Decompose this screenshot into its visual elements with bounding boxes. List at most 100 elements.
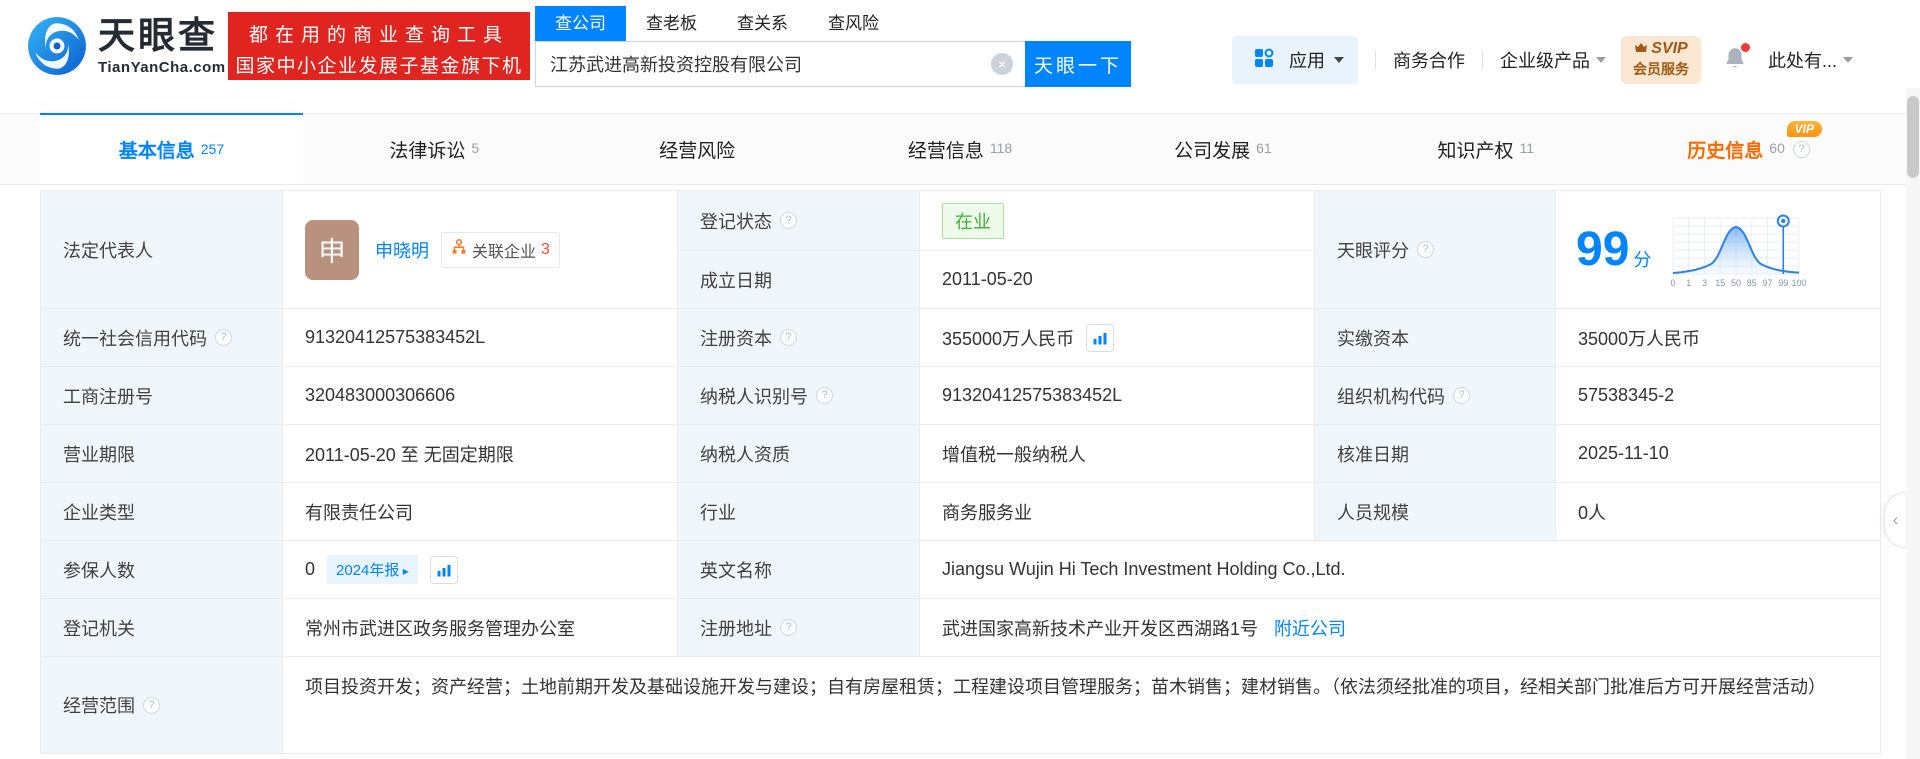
tianyancha-company-page: 天眼查 TianYanCha.com 都在用的商业查询工具 国家中小企业发展子基… bbox=[0, 0, 1920, 759]
insured-trend-button[interactable] bbox=[429, 555, 458, 584]
search-box: 天眼一下 bbox=[535, 41, 1131, 87]
header-nav: 应用 商务合作 企业级产品 SVIP 会员服务 此处有... bbox=[1232, 36, 1854, 84]
insured-label: 参保人数 bbox=[41, 541, 283, 599]
est-date-value: 2011-05-20 bbox=[920, 251, 1315, 309]
score-unit: 分 bbox=[1633, 249, 1652, 270]
user-account-menu[interactable]: 此处有... bbox=[1768, 47, 1854, 73]
basic-info-table: 法定代表人 申 申晓明 关联企业 3 登记状态 ? 在业 天眼评分 ? 99 分… bbox=[40, 190, 1881, 754]
slogan-line1: 都在用的商业查询工具 bbox=[248, 25, 509, 46]
en-name-value: Jiangsu Wujin Hi Tech Investment Holding… bbox=[920, 541, 1881, 599]
search-button[interactable]: 天眼一下 bbox=[1025, 41, 1131, 87]
reg-capital-label: 注册资本 bbox=[678, 309, 920, 367]
tab-basic-info[interactable]: 基本信息 257 bbox=[40, 113, 303, 184]
search-tab-company[interactable]: 查公司 bbox=[535, 6, 626, 41]
search-tab-risk[interactable]: 查风险 bbox=[808, 6, 899, 41]
svg-text:50: 50 bbox=[1731, 278, 1741, 288]
uscc-value: 91320412575383452L bbox=[283, 309, 678, 367]
top-header: 天眼查 TianYanCha.com 都在用的商业查询工具 国家中小企业发展子基… bbox=[0, 0, 1920, 104]
legal-rep-cell: 申 申晓明 关联企业 3 bbox=[283, 191, 678, 309]
en-name-label: 英文名称 bbox=[678, 541, 920, 599]
industry-value: 商务服务业 bbox=[920, 483, 1315, 541]
taxpayer-id-label: 纳税人识别号 bbox=[678, 367, 920, 425]
svg-text:0: 0 bbox=[1671, 278, 1676, 288]
chevron-down-icon bbox=[1843, 57, 1854, 63]
logo-title: 天眼查 bbox=[98, 15, 218, 56]
svg-text:100: 100 bbox=[1792, 278, 1807, 288]
address-label: 注册地址 bbox=[678, 599, 920, 657]
search-tab-boss[interactable]: 查老板 bbox=[626, 6, 717, 41]
related-companies-badge[interactable]: 关联企业 3 bbox=[441, 231, 560, 268]
svip-member-button[interactable]: SVIP 会员服务 bbox=[1621, 36, 1701, 84]
tab-operating-risk[interactable]: 经营风险 bbox=[566, 114, 829, 184]
help-icon[interactable] bbox=[1792, 140, 1810, 158]
est-date-label: 成立日期 bbox=[678, 251, 920, 309]
company-type-label: 企业类型 bbox=[41, 483, 283, 541]
legal-rep-name-link[interactable]: 申晓明 bbox=[375, 237, 429, 263]
nearby-companies-link[interactable]: 附近公司 bbox=[1274, 615, 1346, 641]
approval-date-label: 核准日期 bbox=[1315, 425, 1556, 483]
enterprise-products-menu[interactable]: 企业级产品 bbox=[1500, 47, 1606, 73]
svg-text:99: 99 bbox=[1779, 278, 1789, 288]
scrollbar-thumb[interactable] bbox=[1907, 96, 1919, 178]
help-icon[interactable] bbox=[780, 619, 797, 636]
apps-grid-icon bbox=[1254, 48, 1274, 73]
chevron-down-icon bbox=[1334, 57, 1344, 63]
legal-rep-label: 法定代表人 bbox=[41, 191, 283, 309]
uscc-label: 统一社会信用代码 bbox=[41, 309, 283, 367]
approval-date-value: 2025-11-10 bbox=[1556, 425, 1881, 483]
related-companies-count: 3 bbox=[541, 240, 550, 258]
org-code-label: 组织机构代码 bbox=[1315, 367, 1556, 425]
clear-search-icon[interactable] bbox=[991, 53, 1013, 75]
crown-icon bbox=[1634, 40, 1648, 58]
vip-badge: VIP bbox=[1786, 121, 1823, 137]
reg-status-cell: 在业 bbox=[920, 191, 1315, 251]
tab-company-development[interactable]: 公司发展 61 bbox=[1091, 114, 1354, 184]
divider bbox=[1482, 50, 1483, 70]
address-cell: 武进国家高新技术产业开发区西湖路1号 附近公司 bbox=[920, 599, 1881, 657]
business-cooperation-link[interactable]: 商务合作 bbox=[1393, 47, 1465, 73]
tab-history-info[interactable]: VIP 历史信息 60 bbox=[1617, 114, 1880, 184]
help-icon[interactable] bbox=[143, 696, 160, 714]
search-tab-relation[interactable]: 查关系 bbox=[717, 6, 808, 41]
capital-trend-button[interactable] bbox=[1086, 323, 1115, 352]
help-icon[interactable] bbox=[215, 329, 232, 346]
status-badge: 在业 bbox=[942, 202, 1004, 239]
notification-bell-icon[interactable] bbox=[1722, 42, 1750, 76]
reg-no-label: 工商注册号 bbox=[41, 367, 283, 425]
svip-sublabel: 会员服务 bbox=[1633, 61, 1689, 77]
taxpayer-quality-label: 纳税人资质 bbox=[678, 425, 920, 483]
staff-size-value: 0人 bbox=[1556, 483, 1881, 541]
reg-capital-cell: 355000万人民币 bbox=[920, 309, 1315, 367]
reg-status-label: 登记状态 bbox=[678, 191, 920, 251]
company-type-value: 有限责任公司 bbox=[283, 483, 678, 541]
tab-intellectual-property[interactable]: 知识产权 11 bbox=[1354, 114, 1617, 184]
paid-capital-value: 35000万人民币 bbox=[1556, 309, 1881, 367]
apps-menu[interactable]: 应用 bbox=[1232, 36, 1358, 84]
divider bbox=[1375, 50, 1376, 70]
term-value: 2011-05-20 至 无固定期限 bbox=[283, 425, 678, 483]
search-tabs: 查公司 查老板 查关系 查风险 bbox=[535, 6, 1131, 41]
logo-domain: TianYanCha.com bbox=[98, 59, 226, 76]
help-icon[interactable] bbox=[780, 329, 797, 346]
search-input[interactable] bbox=[535, 41, 1025, 87]
tianyancha-logo[interactable]: 天眼查 TianYanCha.com bbox=[26, 15, 226, 82]
reg-authority-value: 常州市武进区政务服务管理办公室 bbox=[283, 599, 678, 657]
help-icon[interactable] bbox=[816, 387, 833, 404]
score-cell[interactable]: 99 分 0 1 3 15 50 85 97 99 100 bbox=[1556, 191, 1881, 309]
svg-text:97: 97 bbox=[1763, 278, 1773, 288]
collapse-panel-handle[interactable] bbox=[1884, 492, 1906, 548]
reg-authority-label: 登记机关 bbox=[41, 599, 283, 657]
help-icon[interactable] bbox=[1453, 387, 1470, 404]
annual-report-badge[interactable]: 2024年报 bbox=[327, 555, 418, 584]
help-icon[interactable] bbox=[780, 212, 797, 229]
slogan-line2: 国家中小企业发展子基金旗下机构 bbox=[235, 56, 523, 104]
section-tabbar: 基本信息 257 法律诉讼 5 经营风险 经营信息 118 公司发展 61 知识… bbox=[0, 113, 1920, 185]
vertical-scrollbar[interactable] bbox=[1906, 88, 1920, 759]
help-icon[interactable] bbox=[1417, 241, 1434, 258]
svg-text:15: 15 bbox=[1716, 278, 1726, 288]
slogan-banner: 都在用的商业查询工具 国家中小企业发展子基金旗下机构 bbox=[228, 12, 530, 104]
tab-business-info[interactable]: 经营信息 118 bbox=[829, 114, 1092, 184]
tianyancha-logo-icon bbox=[26, 15, 88, 82]
tab-legal-proceedings[interactable]: 法律诉讼 5 bbox=[303, 114, 566, 184]
avatar[interactable]: 申 bbox=[305, 219, 359, 280]
